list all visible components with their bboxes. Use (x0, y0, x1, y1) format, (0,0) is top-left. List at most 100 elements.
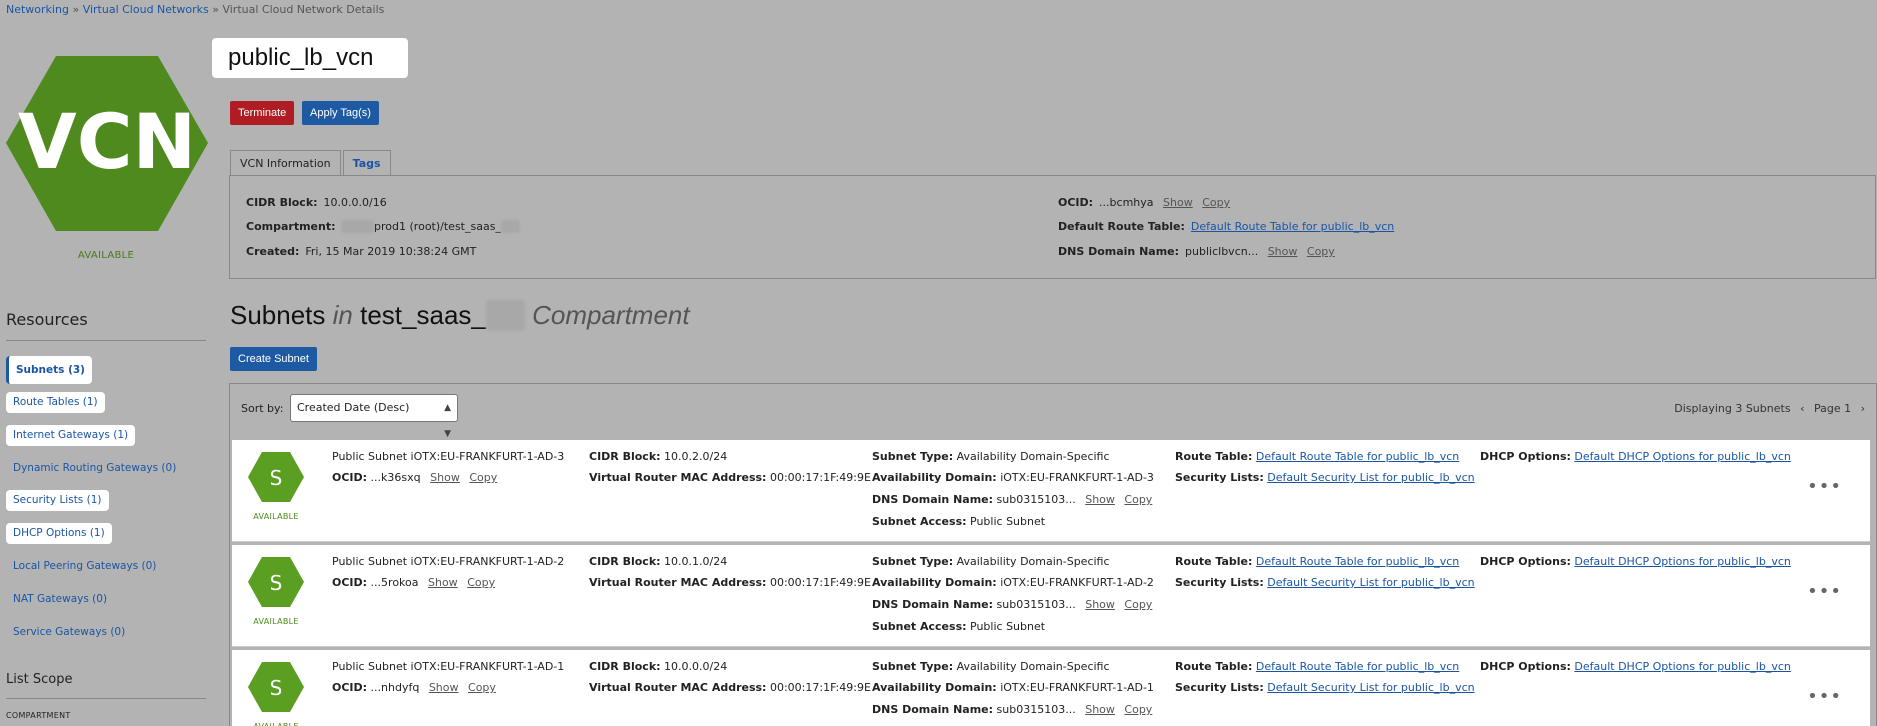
info-tabs: VCN Information Tags (230, 150, 393, 176)
subnet-security-link[interactable]: Default Security List for public_lb_vcn (1267, 471, 1474, 484)
subnet-dns-show-link[interactable]: Show (1085, 493, 1115, 506)
subnet-icon-letter: S (270, 571, 283, 595)
dns-copy-link[interactable]: Copy (1307, 245, 1335, 258)
sidebar-item-dhcp-options[interactable]: DHCP Options (1) (6, 523, 112, 544)
subnet-ad-value: iOTX:EU-FRANKFURT-1-AD-2 (1000, 576, 1154, 589)
subnet-route-link[interactable]: Default Route Table for public_lb_vcn (1256, 660, 1459, 673)
more-actions-icon[interactable]: ••• (1807, 476, 1842, 497)
subnet-ocid-row: OCID: ...nhdyfq Show Copy (332, 681, 496, 694)
ocid-show-link[interactable]: Show (1163, 196, 1193, 209)
cidr-label: CIDR Block: (246, 196, 318, 209)
subnet-route-link[interactable]: Default Route Table for public_lb_vcn (1256, 450, 1459, 463)
sidebar-item-service-gateways[interactable]: Service Gateways (0) (6, 622, 132, 643)
sidebar-item-dynamic-routing-gateways[interactable]: Dynamic Routing Gateways (0) (6, 458, 183, 479)
breadcrumb-current: Virtual Cloud Network Details (222, 3, 385, 16)
subnet-ocid-copy-link[interactable]: Copy (467, 576, 495, 589)
dns-row: DNS Domain Name: publiclbvcn... Show Copy (1058, 245, 1335, 258)
subnet-security-row: Security Lists: Default Security List fo… (1175, 681, 1475, 694)
breadcrumb: Networking » Virtual Cloud Networks » Vi… (6, 3, 384, 16)
subnet-ocid-label: OCID: (332, 471, 368, 484)
divider (6, 698, 206, 699)
subnet-ocid-show-link[interactable]: Show (428, 576, 458, 589)
create-subnet-button[interactable]: Create Subnet (230, 347, 317, 371)
subnet-dns-show-link[interactable]: Show (1085, 703, 1115, 716)
breadcrumb-networking[interactable]: Networking (6, 3, 69, 16)
subnet-dhcp-link[interactable]: Default DHCP Options for public_lb_vcn (1574, 450, 1790, 463)
subnet-ad-label: Availability Domain: (872, 681, 997, 694)
subnet-status: AVAILABLE (232, 722, 320, 726)
subnet-type-row: Subnet Type: Availability Domain-Specifi… (872, 450, 1110, 463)
subnet-name[interactable]: Public Subnet iOTX:EU-FRANKFURT-1-AD-3 (332, 450, 564, 463)
list-scope-title: List Scope (6, 672, 73, 687)
subnet-security-link[interactable]: Default Security List for public_lb_vcn (1267, 681, 1474, 694)
pager-count: Displaying 3 Subnets (1674, 402, 1791, 415)
subnet-dns-copy-link[interactable]: Copy (1124, 493, 1152, 506)
subnets-heading-prefix: Subnets (230, 300, 326, 330)
subnet-ocid-copy-link[interactable]: Copy (468, 681, 496, 694)
subnet-dhcp-row: DHCP Options: Default DHCP Options for p… (1480, 660, 1791, 673)
route-table-link[interactable]: Default Route Table for public_lb_vcn (1191, 220, 1394, 233)
subnet-security-link[interactable]: Default Security List for public_lb_vcn (1267, 576, 1474, 589)
sidebar-item-security-lists[interactable]: Security Lists (1) (6, 490, 109, 511)
cidr-value: 10.0.0.0/16 (323, 196, 387, 209)
subnet-ocid-copy-link[interactable]: Copy (469, 471, 497, 484)
subnet-type-value: Availability Domain-Specific (956, 450, 1110, 463)
subnet-dns-row: DNS Domain Name: sub0315103... Show Copy (872, 598, 1152, 611)
more-actions-icon[interactable]: ••• (1807, 581, 1842, 602)
subnet-cidr-label: CIDR Block: (589, 450, 661, 463)
subnet-name[interactable]: Public Subnet iOTX:EU-FRANKFURT-1-AD-2 (332, 555, 564, 568)
tab-tags[interactable]: Tags (342, 150, 391, 176)
more-actions-icon[interactable]: ••• (1807, 686, 1842, 707)
subnet-ocid-row: OCID: ...k36sxq Show Copy (332, 471, 497, 484)
subnet-type-label: Subnet Type: (872, 555, 954, 568)
dns-show-link[interactable]: Show (1268, 245, 1298, 258)
subnet-type-value: Availability Domain-Specific (956, 555, 1110, 568)
subnet-security-row: Security Lists: Default Security List fo… (1175, 576, 1475, 589)
subnet-cidr-row: CIDR Block: 10.0.0.0/24 (589, 660, 727, 673)
ocid-copy-link[interactable]: Copy (1202, 196, 1230, 209)
sidebar-item-nat-gateways[interactable]: NAT Gateways (0) (6, 589, 114, 610)
terminate-button[interactable]: Terminate (230, 101, 295, 125)
subnet-name[interactable]: Public Subnet iOTX:EU-FRANKFURT-1-AD-1 (332, 660, 564, 673)
subnet-ad-label: Availability Domain: (872, 471, 997, 484)
subnet-dhcp-link[interactable]: Default DHCP Options for public_lb_vcn (1574, 555, 1790, 568)
ocid-label: OCID: (1058, 196, 1094, 209)
compartment-label: Compartment: (246, 220, 336, 233)
subnet-ad-value: iOTX:EU-FRANKFURT-1-AD-1 (1000, 681, 1154, 694)
prev-page-icon[interactable]: ‹ (1800, 402, 1804, 415)
subnet-route-label: Route Table: (1175, 555, 1253, 568)
sidebar-item-route-tables[interactable]: Route Tables (1) (6, 392, 105, 413)
sidebar-item-local-peering-gateways[interactable]: Local Peering Gateways (0) (6, 556, 163, 577)
subnet-ocid-show-link[interactable]: Show (430, 471, 460, 484)
subnet-ocid-show-link[interactable]: Show (429, 681, 459, 694)
subnet-route-link[interactable]: Default Route Table for public_lb_vcn (1256, 555, 1459, 568)
apply-tags-button[interactable]: Apply Tag(s) (302, 101, 379, 125)
sidebar-item-subnets[interactable]: Subnets (3) (6, 356, 92, 384)
subnet-dns-value: sub0315103... (996, 703, 1076, 716)
subnets-heading: Subnets in test_saas_xxx Compartment (230, 300, 690, 331)
subnets-heading-compartment: test_saas_ (360, 300, 486, 330)
subnet-mac-row: Virtual Router MAC Address: 00:00:17:1F:… (589, 681, 871, 694)
vcn-hexagon-icon: VCN (6, 56, 208, 231)
subnet-cidr-row: CIDR Block: 10.0.1.0/24 (589, 555, 727, 568)
subnet-mac-label: Virtual Router MAC Address: (589, 681, 767, 694)
sidebar-item-internet-gateways[interactable]: Internet Gateways (1) (6, 425, 136, 446)
subnet-dns-copy-link[interactable]: Copy (1124, 703, 1152, 716)
subnet-dhcp-link[interactable]: Default DHCP Options for public_lb_vcn (1574, 660, 1790, 673)
sort-select[interactable]: Created Date (Desc) ▲ ▼ (290, 394, 458, 439)
breadcrumb-vcns[interactable]: Virtual Cloud Networks (83, 3, 209, 16)
subnet-dns-copy-link[interactable]: Copy (1124, 598, 1152, 611)
redacted-text: xxx (500, 220, 521, 233)
next-page-icon[interactable]: › (1861, 402, 1865, 415)
subnet-dns-show-link[interactable]: Show (1085, 598, 1115, 611)
subnet-dns-row: DNS Domain Name: sub0315103... Show Copy (872, 493, 1152, 506)
subnet-row: S AVAILABLE Public Subnet iOTX:EU-FRANKF… (232, 440, 1870, 542)
subnet-ocid-row: OCID: ...5rokoa Show Copy (332, 576, 495, 589)
subnet-type-row: Subnet Type: Availability Domain-Specifi… (872, 555, 1110, 568)
tab-vcn-information[interactable]: VCN Information (230, 150, 341, 176)
subnet-dns-label: DNS Domain Name: (872, 703, 994, 716)
subnet-row: S AVAILABLE Public Subnet iOTX:EU-FRANKF… (232, 545, 1870, 647)
pager: Displaying 3 Subnets ‹ Page 1 › (1668, 402, 1865, 415)
subnet-dhcp-label: DHCP Options: (1480, 555, 1571, 568)
subnet-ad-row: Availability Domain: iOTX:EU-FRANKFURT-1… (872, 471, 1154, 484)
